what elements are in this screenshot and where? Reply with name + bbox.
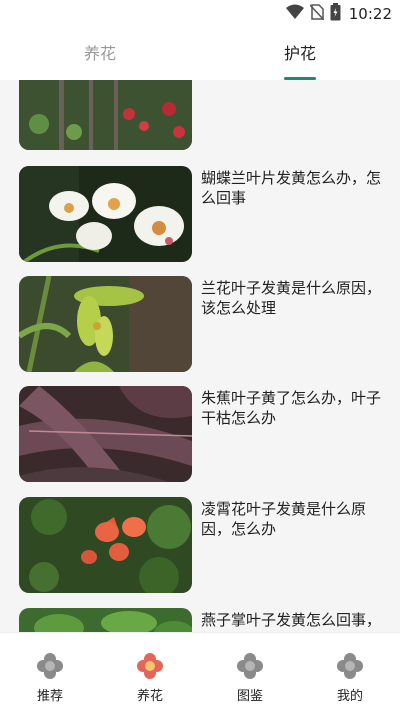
flower-grey-icon — [35, 651, 65, 681]
article-thumbnail — [19, 608, 192, 632]
nav-item-yanghua[interactable]: 养花 — [100, 633, 200, 711]
article-item[interactable]: 凌霄花叶子发黄是什么原因，怎么办 — [0, 497, 400, 593]
wifi-icon — [285, 4, 304, 24]
article-thumbnail — [19, 276, 192, 372]
article-title: 蝴蝶兰叶片发黄怎么办，怎么回事 — [201, 169, 382, 207]
nav-label: 我的 — [336, 689, 363, 704]
battery-icon — [330, 3, 341, 25]
article-title: 朱蕉叶子黄了怎么办，叶子干枯怎么办 — [201, 389, 382, 427]
nav-label: 图鉴 — [236, 689, 263, 704]
article-thumbnail — [19, 166, 192, 262]
article-thumbnail — [19, 386, 192, 482]
article-title: 凌霄花叶子发黄是什么原因，怎么办 — [201, 500, 367, 538]
article-title: 兰花叶子发黄是什么原因，该怎么处理 — [201, 279, 382, 317]
flower-color-icon — [135, 651, 165, 681]
no-sim-icon — [309, 4, 325, 24]
tab-huhua[interactable]: 护花 — [250, 28, 350, 80]
nav-label: 推荐 — [36, 689, 63, 704]
bottom-nav: 推荐 养花 图鉴 我的 — [0, 632, 400, 711]
status-bar: 10:22 — [0, 0, 400, 28]
flower-grey-icon — [235, 651, 265, 681]
nav-item-tujian[interactable]: 图鉴 — [200, 633, 300, 711]
article-list[interactable]: 蝴蝶兰叶片发黄怎么办，怎么回事 兰花叶子发黄是什么原因，该怎么处理 朱蕉叶子黄了… — [0, 80, 400, 632]
status-time: 10:22 — [348, 5, 392, 23]
article-item[interactable] — [0, 80, 400, 150]
article-item[interactable]: 朱蕉叶子黄了怎么办，叶子干枯怎么办 — [0, 386, 400, 482]
nav-label: 养花 — [136, 689, 163, 704]
status-icons: 10:22 — [285, 3, 392, 25]
article-item[interactable]: 兰花叶子发黄是什么原因，该怎么处理 — [0, 276, 400, 372]
tab-yanghua[interactable]: 养花 — [50, 28, 150, 80]
nav-item-mine[interactable]: 我的 — [300, 633, 400, 711]
nav-item-recommend[interactable]: 推荐 — [0, 633, 100, 711]
article-thumbnail — [19, 497, 192, 593]
top-tabs: 养花 护花 — [0, 28, 400, 80]
article-item[interactable]: 蝴蝶兰叶片发黄怎么办，怎么回事 — [0, 166, 400, 262]
article-thumbnail — [19, 80, 192, 150]
flower-grey-icon — [335, 651, 365, 681]
article-item[interactable]: 燕子掌叶子发黄怎么回事，怎么办 — [0, 608, 400, 632]
article-title: 燕子掌叶子发黄怎么回事，怎么办 — [201, 611, 382, 632]
